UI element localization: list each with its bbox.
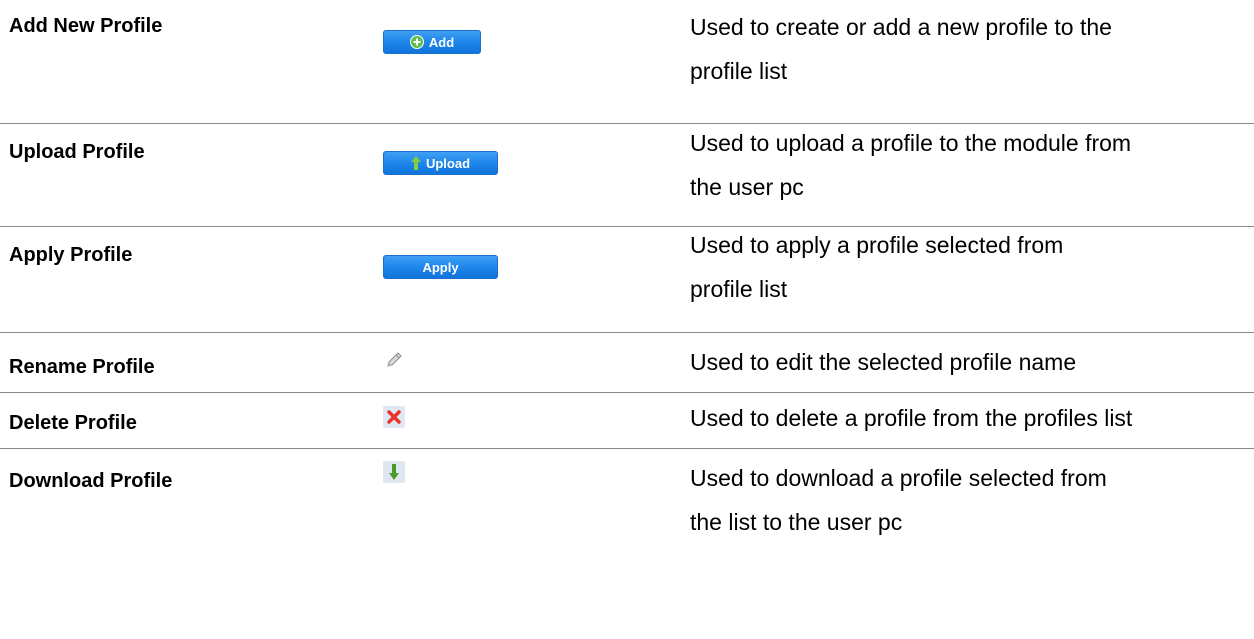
upload-button[interactable]: Upload <box>383 151 498 175</box>
table-row-add-profile: Add New Profile Add Used to create or ad… <box>0 0 1254 124</box>
table-row-delete-profile: Delete Profile Used to delete a profile … <box>0 393 1254 449</box>
description-line: Used to delete a profile from the profil… <box>690 405 1133 431</box>
profile-controls-table: Add New Profile Add Used to create or ad… <box>0 0 1254 638</box>
apply-button[interactable]: Apply <box>383 255 498 279</box>
feature-name: Delete Profile <box>9 412 137 434</box>
description-line: profile list <box>690 276 788 302</box>
feature-name: Upload Profile <box>9 141 145 163</box>
pencil-icon[interactable] <box>383 349 405 371</box>
description-line: Used to apply a profile selected from <box>690 232 1064 258</box>
apply-button-label: Apply <box>422 259 459 275</box>
arrow-down-icon[interactable] <box>383 461 405 483</box>
add-button-label: Add <box>428 34 455 50</box>
description-line: Used to upload a profile to the module f… <box>690 130 1132 156</box>
description-line: profile list <box>690 58 788 84</box>
arrow-up-icon <box>410 156 421 170</box>
description-line: the list to the user pc <box>690 509 903 535</box>
table-row-download-profile: Download Profile Used to download a prof… <box>0 449 1254 638</box>
description-line: Used to create or add a new profile to t… <box>690 14 1112 40</box>
add-button[interactable]: Add <box>383 30 481 54</box>
feature-name: Rename Profile <box>9 356 155 378</box>
table-row-rename-profile: Rename Profile Used to edit the selected… <box>0 333 1254 393</box>
description-line: Used to edit the selected profile name <box>690 349 1077 375</box>
upload-button-label: Upload <box>425 155 471 171</box>
description-line: the user pc <box>690 174 804 200</box>
feature-name: Download Profile <box>9 470 173 492</box>
table-row-apply-profile: Apply Profile Apply Used to apply a prof… <box>0 227 1254 333</box>
description-line: Used to download a profile selected from <box>690 465 1107 491</box>
feature-name: Apply Profile <box>9 244 133 266</box>
red-x-icon[interactable] <box>383 406 405 428</box>
plus-circle-icon <box>409 35 424 49</box>
table-row-upload-profile: Upload Profile Upload Used to upload a p… <box>0 124 1254 227</box>
feature-name: Add New Profile <box>9 15 163 37</box>
